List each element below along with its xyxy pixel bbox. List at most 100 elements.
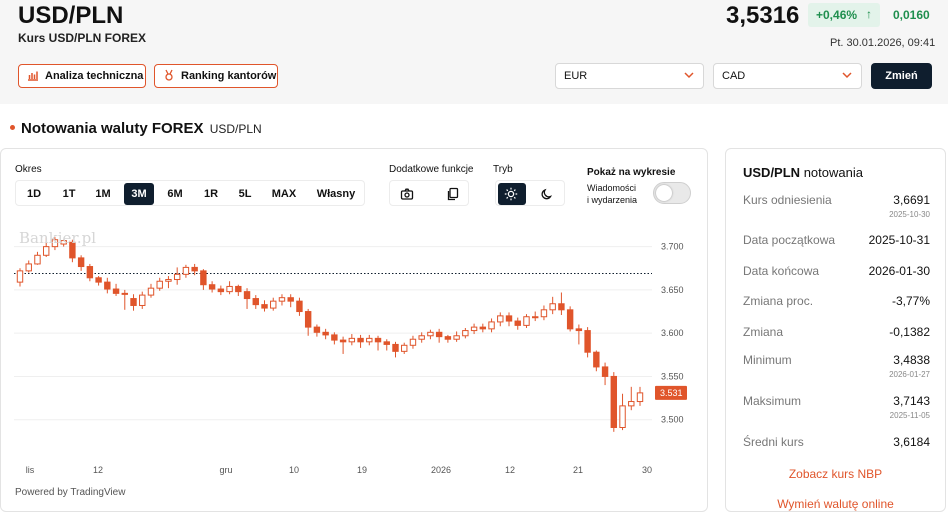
candle-up	[401, 344, 408, 352]
stat-label: Data końcowa	[743, 264, 820, 278]
candle-up	[418, 335, 425, 340]
exchange-online-link[interactable]: Wymień walutę online	[725, 497, 946, 511]
candle-down	[296, 300, 303, 313]
period-3m[interactable]: 3M	[124, 183, 154, 205]
candle-up	[636, 392, 644, 403]
copy-button[interactable]	[440, 183, 466, 205]
section-title-text: Notowania waluty FOREX	[21, 120, 204, 137]
candle-down	[287, 297, 294, 302]
period-1r[interactable]: 1R	[196, 183, 226, 205]
candle-down	[575, 328, 583, 332]
stat-label: Zmiana proc.	[743, 294, 814, 308]
exchange-ranking-button[interactable]: Ranking kantorów	[154, 64, 278, 88]
candle-down	[304, 311, 312, 328]
bar-chart-icon	[28, 71, 38, 81]
period-5l[interactable]: 5L	[230, 183, 260, 205]
extra-functions-label: Dodatkowe funkcje	[389, 164, 474, 175]
copy-icon	[447, 187, 459, 201]
candle-down	[444, 336, 452, 340]
candle-up	[619, 405, 626, 429]
candle-down	[584, 330, 591, 353]
news-toggle[interactable]	[653, 182, 691, 204]
arrow-up-icon: ↑	[866, 7, 872, 21]
candle-up	[470, 326, 478, 332]
last-price-label: 3.531	[660, 388, 683, 398]
medal-icon	[165, 69, 173, 81]
period-1t[interactable]: 1T	[54, 183, 84, 205]
section-title: Notowania waluty FOREX USD/PLN	[10, 120, 262, 137]
dark-mode-button[interactable]	[534, 183, 560, 205]
candle-down	[77, 257, 85, 268]
candle-down	[601, 366, 609, 377]
chevron-down-icon	[842, 72, 852, 79]
candle-down	[217, 288, 225, 293]
candle-down	[235, 285, 242, 293]
candle-up	[165, 279, 172, 282]
screenshot-button[interactable]	[394, 183, 420, 205]
stat-row: Zmiana -0,1382	[743, 325, 930, 339]
x-tick-label: 12	[505, 465, 515, 475]
candle-down	[95, 277, 102, 283]
x-tick-label: 12	[93, 465, 103, 475]
change-pair-button[interactable]: Zmień	[871, 63, 932, 89]
sun-icon	[504, 187, 518, 201]
currency-to-select[interactable]: CAD	[713, 63, 862, 89]
candle-up	[182, 266, 190, 275]
candle-up	[25, 263, 32, 272]
candle-up	[532, 316, 539, 319]
candle-up	[42, 246, 50, 256]
candle-down	[86, 266, 94, 279]
stat-label: Data początkowa	[743, 233, 836, 247]
stat-value: -0,1382	[889, 325, 930, 339]
powered-by: Powered by TradingView	[15, 487, 126, 498]
stat-label: Zmiana	[743, 325, 784, 339]
candle-up	[427, 331, 434, 337]
period-label: Okres	[15, 164, 42, 175]
candle-down	[566, 309, 574, 330]
candle-down	[331, 334, 338, 341]
stat-date: 2025-10-30	[889, 210, 930, 219]
candle-down	[374, 337, 382, 343]
technical-analysis-button[interactable]: Analiza techniczna	[18, 64, 146, 88]
period-custom[interactable]: Własny	[309, 183, 363, 205]
stat-row: Data końcowa 2026-01-30	[743, 264, 930, 278]
candle-down	[252, 298, 259, 306]
currency-from-value: EUR	[564, 70, 588, 82]
stat-date: 2025-11-05	[889, 411, 930, 420]
stat-row: Data początkowa 2025-10-31	[743, 233, 930, 247]
pair-subtitle: Kurs USD/PLN FOREX	[18, 31, 147, 45]
candle-up	[173, 273, 181, 281]
period-6m[interactable]: 6M	[160, 183, 190, 205]
stats-title-pair: USD/PLN	[743, 165, 801, 180]
exchange-ranking-label: Ranking kantorów	[181, 70, 277, 82]
change-pct: +0,46%	[816, 8, 858, 22]
stats-title: USD/PLN notowania	[743, 165, 863, 180]
mode-label: Tryb	[493, 164, 513, 175]
currency-from-select[interactable]: EUR	[555, 63, 704, 89]
light-mode-button[interactable]	[498, 183, 526, 205]
candle-up	[348, 337, 356, 343]
candle-down	[435, 331, 443, 338]
mode-group	[495, 180, 565, 206]
stat-value: 2025-10-31	[868, 233, 930, 247]
candle-up	[549, 303, 556, 311]
stat-value: 2026-01-30	[868, 264, 930, 278]
candle-up	[497, 315, 504, 323]
stats-title-rest: notowania	[803, 165, 863, 180]
candle-up	[226, 285, 233, 293]
stat-row: Zmiana proc. -3,77%	[743, 294, 930, 308]
y-tick-label: 3.550	[661, 371, 684, 381]
nbp-rate-link[interactable]: Zobacz kurs NBP	[725, 467, 946, 481]
period-1d[interactable]: 1D	[19, 183, 49, 205]
pair-title: USD/PLN	[18, 2, 124, 29]
stat-value: 3,6184	[893, 435, 930, 449]
candlestick-chart[interactable]: 3.700 3.650 3.600 3.550 3.500 3.531 lis 12 gru 10…	[0, 225, 704, 485]
period-max[interactable]: MAX	[266, 183, 302, 205]
x-tick-label: 21	[573, 465, 583, 475]
moon-icon	[541, 188, 553, 200]
period-1m[interactable]: 1M	[88, 183, 118, 205]
stat-value: -3,77%	[891, 294, 930, 308]
stat-label: Maksimum	[743, 394, 802, 408]
change-pct-badge: +0,46% ↑	[808, 3, 880, 27]
candle-up	[278, 297, 286, 302]
